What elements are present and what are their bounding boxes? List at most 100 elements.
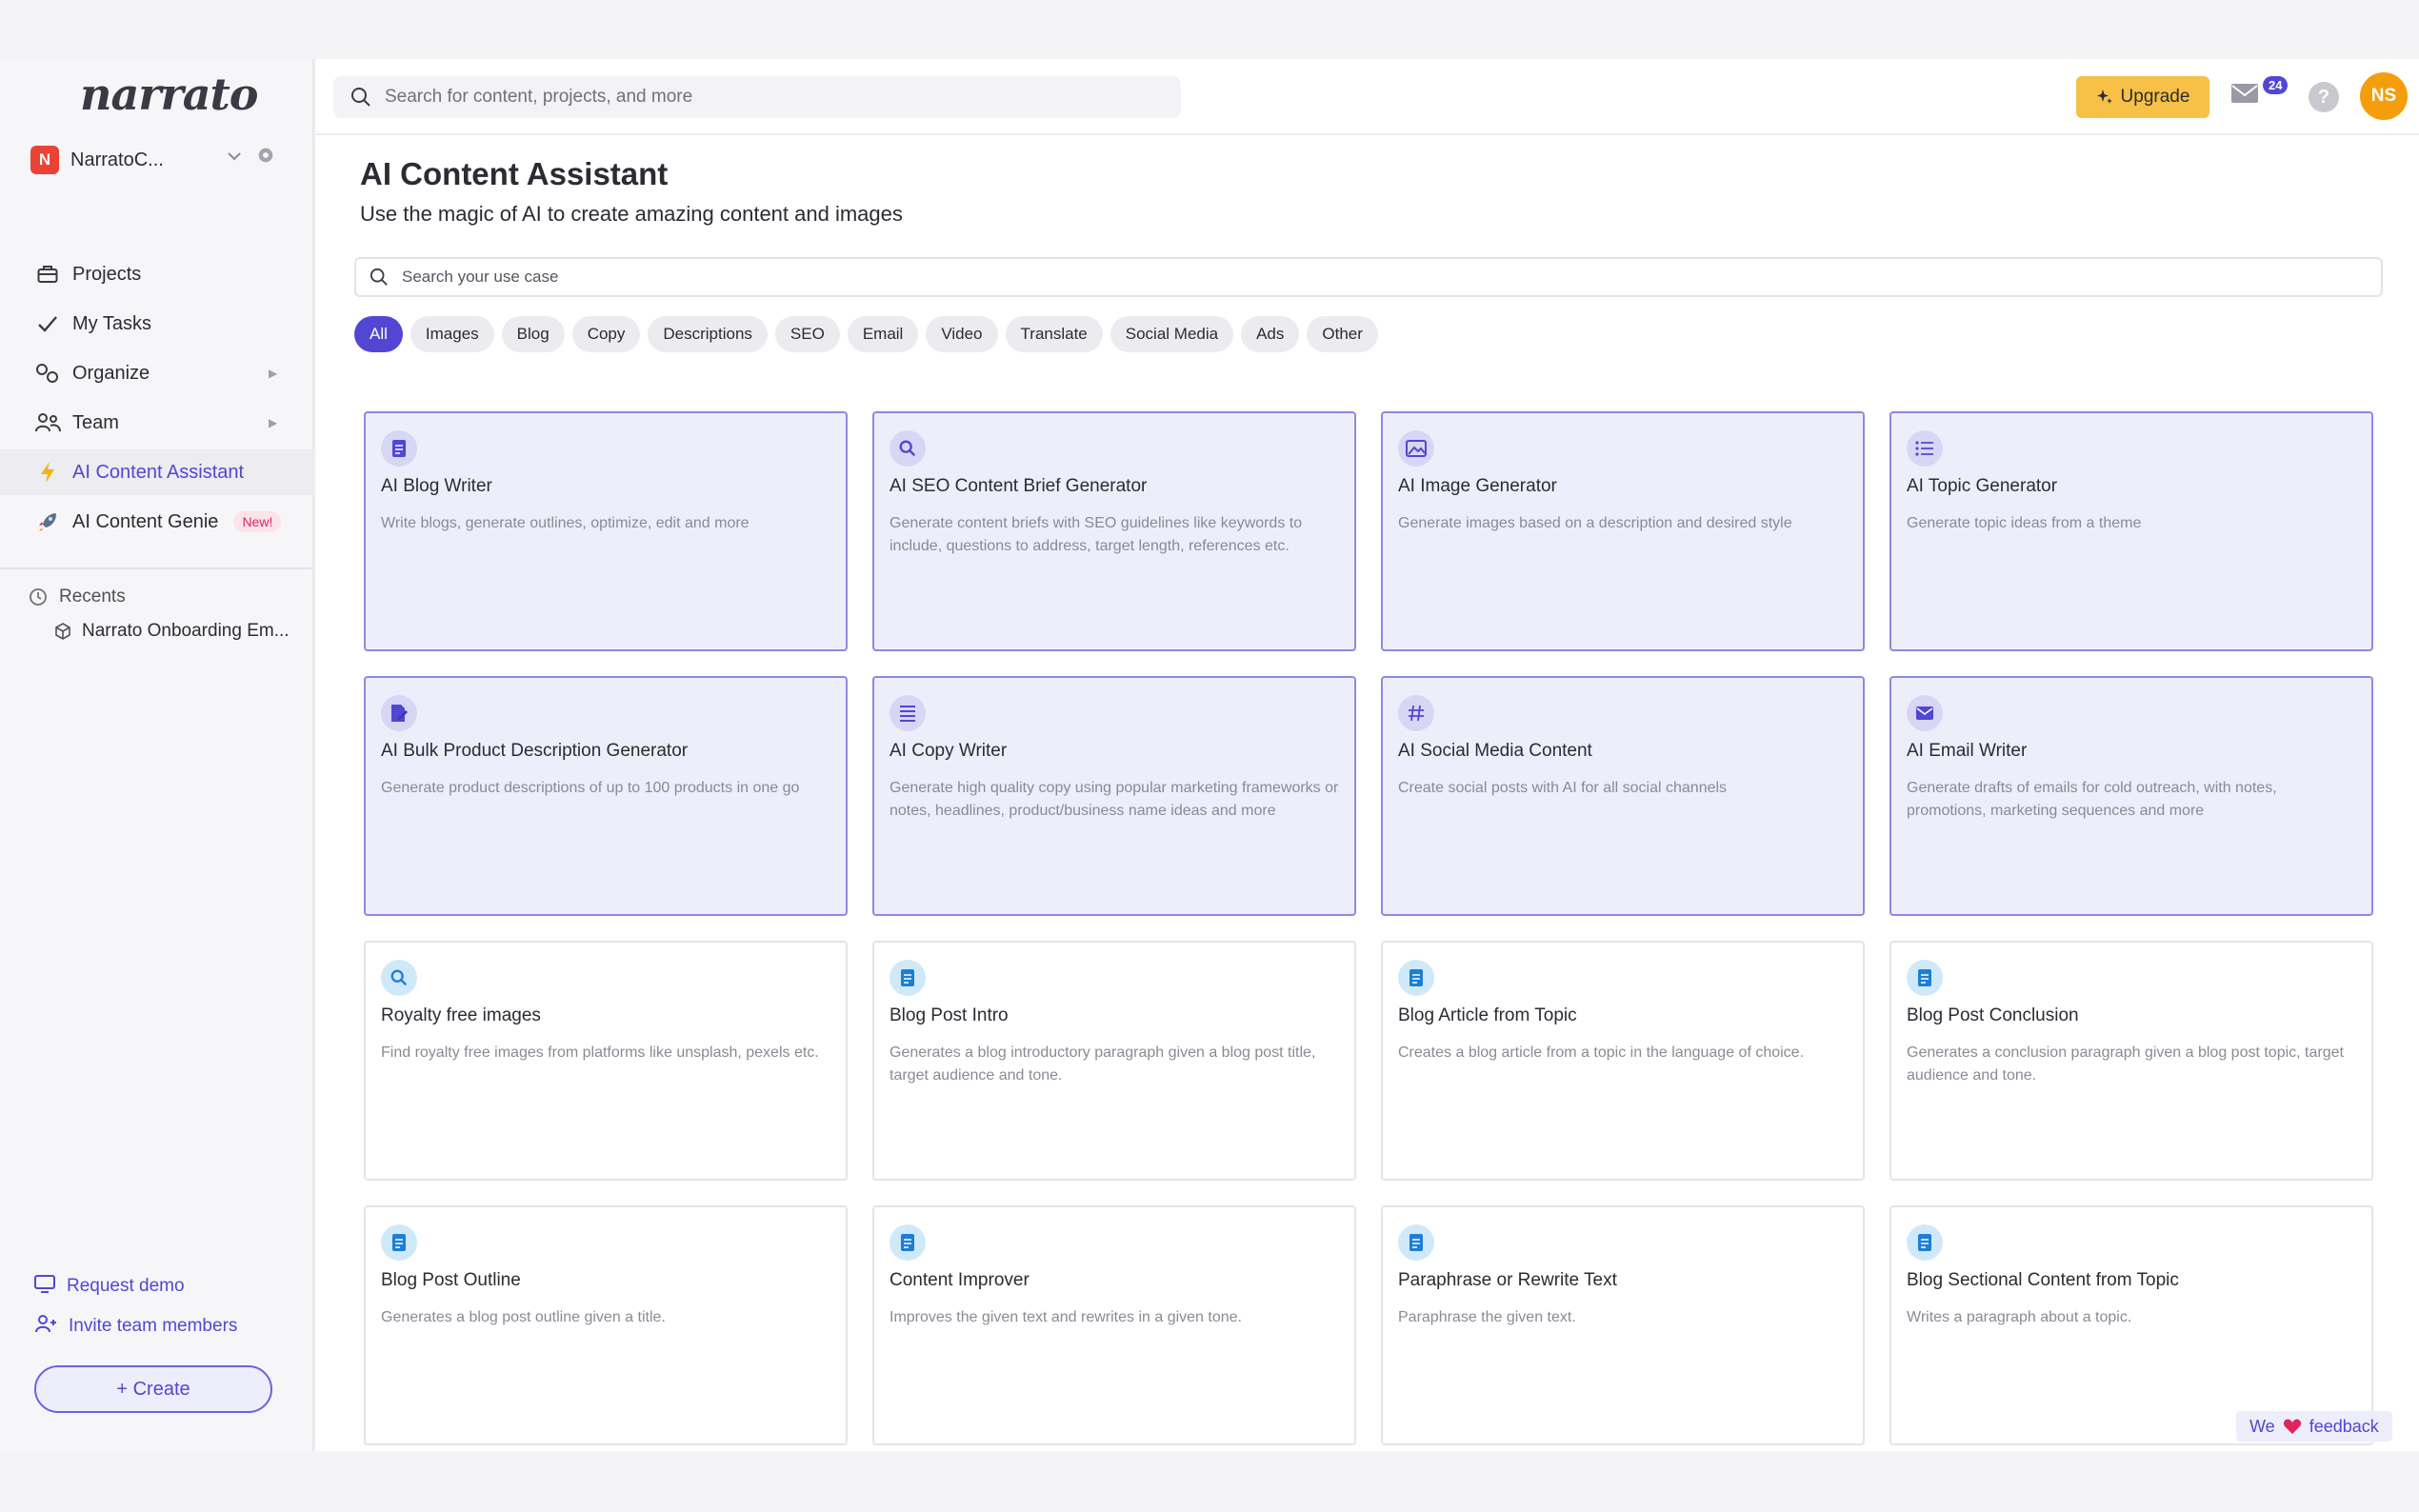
card-ai-seo-content-brief-generator[interactable]: AI SEO Content Brief Generator Generate … xyxy=(872,411,1356,651)
card-description: Generate topic ideas from a theme xyxy=(1907,515,2142,531)
page-subtitle: Use the magic of AI to create amazing co… xyxy=(360,202,903,226)
sidebar-item-label: Projects xyxy=(72,263,142,285)
search-icon xyxy=(350,87,371,108)
recents-heading: Recents xyxy=(29,587,126,607)
chip-images[interactable]: Images xyxy=(410,316,494,352)
card-content-improver[interactable]: Content Improver Improves the given text… xyxy=(872,1205,1356,1445)
card-title: Royalty free images xyxy=(381,1005,541,1025)
card-title: AI Social Media Content xyxy=(1398,741,1592,761)
hashtag-icon xyxy=(1398,695,1434,731)
card-blog-post-conclusion[interactable]: Blog Post Conclusion Generates a conclus… xyxy=(1889,941,2373,1181)
card-title: AI Copy Writer xyxy=(890,741,1008,761)
document-icon xyxy=(890,960,926,996)
card-ai-blog-writer[interactable]: AI Blog Writer Write blogs, generate out… xyxy=(364,411,848,651)
card-title: Blog Article from Topic xyxy=(1398,1005,1577,1025)
lightning-icon xyxy=(34,461,61,484)
sidebar-item-team[interactable]: Team ▶ xyxy=(0,400,314,446)
avatar[interactable]: NS xyxy=(2360,72,2408,120)
recent-item[interactable]: Narrato Onboarding Em... xyxy=(53,621,290,642)
chip-copy[interactable]: Copy xyxy=(571,316,641,352)
invite-team-members-link[interactable]: Invite team members xyxy=(34,1314,237,1339)
chip-email[interactable]: Email xyxy=(847,316,919,352)
card-ai-email-writer[interactable]: AI Email Writer Generate drafts of email… xyxy=(1889,676,2373,916)
card-title: Blog Post Conclusion xyxy=(1907,1005,2079,1025)
window-bottom-bar xyxy=(0,1451,2419,1512)
create-button[interactable]: + Create xyxy=(34,1365,272,1413)
card-description: Generates a blog introductory paragraph … xyxy=(890,1044,1316,1084)
upgrade-label: Upgrade xyxy=(2120,87,2190,107)
chip-blog[interactable]: Blog xyxy=(501,316,565,352)
feedback-button[interactable]: We feedback xyxy=(2236,1411,2392,1442)
card-title: AI SEO Content Brief Generator xyxy=(890,476,1148,496)
card-title: Blog Post Intro xyxy=(890,1005,1009,1025)
card-paraphrase-or-rewrite-text[interactable]: Paraphrase or Rewrite Text Paraphrase th… xyxy=(1381,1205,1865,1445)
chip-video[interactable]: Video xyxy=(926,316,998,352)
upgrade-button[interactable]: Upgrade xyxy=(2076,76,2209,118)
global-search-input[interactable]: Search for content, projects, and more xyxy=(333,76,1181,118)
sidebar-item-projects[interactable]: Projects xyxy=(0,251,314,297)
check-icon xyxy=(34,314,61,333)
card-ai-topic-generator[interactable]: AI Topic Generator Generate topic ideas … xyxy=(1889,411,2373,651)
workspace-switcher[interactable]: N NarratoC... xyxy=(30,143,286,177)
card-description: Creates a blog article from a topic in t… xyxy=(1398,1044,1805,1061)
chip-ads[interactable]: Ads xyxy=(1241,316,1300,352)
card-ai-social-media-content[interactable]: AI Social Media Content Create social po… xyxy=(1381,676,1865,916)
chevron-down-icon[interactable] xyxy=(225,147,244,171)
chip-other[interactable]: Other xyxy=(1307,316,1378,352)
card-description: Create social posts with AI for all soci… xyxy=(1398,780,1728,796)
use-case-search-placeholder: Search your use case xyxy=(402,268,559,286)
sidebar-item-label: Team xyxy=(72,411,119,433)
document-icon xyxy=(1398,1224,1434,1261)
card-title: Paraphrase or Rewrite Text xyxy=(1398,1270,1617,1290)
sidebar-item-organize[interactable]: Organize ▶ xyxy=(0,350,314,396)
chip-all[interactable]: All xyxy=(354,316,403,352)
card-blog-sectional-content-from-topic[interactable]: Blog Sectional Content from Topic Writes… xyxy=(1889,1205,2373,1445)
search-icon xyxy=(381,960,417,996)
card-royalty-free-images[interactable]: Royalty free images Find royalty free im… xyxy=(364,941,848,1181)
card-title: AI Email Writer xyxy=(1907,741,2028,761)
sidebar-item-ai-content-assistant[interactable]: AI Content Assistant xyxy=(0,449,314,495)
sidebar-item-ai-content-genie[interactable]: AI Content Genie New! xyxy=(0,499,314,545)
card-description: Generates a conclusion paragraph given a… xyxy=(1907,1044,2344,1084)
chip-social-media[interactable]: Social Media xyxy=(1110,316,1234,352)
card-ai-bulk-product-description-generator[interactable]: AI Bulk Product Description Generator Ge… xyxy=(364,676,848,916)
card-blog-post-intro[interactable]: Blog Post Intro Generates a blog introdu… xyxy=(872,941,1356,1181)
list-icon xyxy=(1907,430,1943,467)
card-description: Find royalty free images from platforms … xyxy=(381,1044,819,1061)
request-demo-link[interactable]: Request demo xyxy=(34,1274,185,1299)
feedback-pre: We xyxy=(2249,1416,2275,1436)
card-description: Improves the given text and rewrites in … xyxy=(890,1309,1242,1325)
top-bar: Search for content, projects, and more U… xyxy=(316,59,2419,135)
recents-label: Recents xyxy=(59,587,126,607)
sidebar-item-label: AI Content Genie xyxy=(72,510,219,532)
feedback-post: feedback xyxy=(2309,1416,2379,1436)
narrato-logo[interactable]: narrato xyxy=(80,69,258,120)
card-title: Content Improver xyxy=(890,1270,1030,1290)
sidebar-divider xyxy=(0,567,314,569)
chip-seo[interactable]: SEO xyxy=(774,316,840,352)
sidebar-item-label: My Tasks xyxy=(72,312,151,334)
chip-descriptions[interactable]: Descriptions xyxy=(648,316,768,352)
page-title: AI Content Assistant xyxy=(360,156,669,191)
card-description: Generate high quality copy using popular… xyxy=(890,780,1339,819)
card-blog-article-from-topic[interactable]: Blog Article from Topic Creates a blog a… xyxy=(1381,941,1865,1181)
use-case-search-input[interactable]: Search your use case xyxy=(354,257,2383,297)
card-ai-image-generator[interactable]: AI Image Generator Generate images based… xyxy=(1381,411,1865,651)
chip-translate[interactable]: Translate xyxy=(1005,316,1103,352)
gear-icon[interactable] xyxy=(255,145,276,172)
rocket-icon xyxy=(34,510,61,533)
cube-icon xyxy=(53,622,72,641)
card-title: Blog Sectional Content from Topic xyxy=(1907,1270,2179,1290)
document-icon xyxy=(381,430,417,467)
help-icon[interactable]: ? xyxy=(2309,82,2339,112)
card-description: Generate drafts of emails for cold outre… xyxy=(1907,780,2277,819)
window-top-bar xyxy=(0,0,2419,59)
invite-team-members-label: Invite team members xyxy=(69,1316,238,1336)
card-ai-copy-writer[interactable]: AI Copy Writer Generate high quality cop… xyxy=(872,676,1356,916)
card-description: Generate images based on a description a… xyxy=(1398,515,1792,531)
sparkle-icon xyxy=(2096,89,2113,106)
workspace-badge: N xyxy=(30,146,59,174)
card-blog-post-outline[interactable]: Blog Post Outline Generates a blog post … xyxy=(364,1205,848,1445)
sidebar-item-my-tasks[interactable]: My Tasks xyxy=(0,301,314,347)
mail-icon[interactable] xyxy=(2230,82,2259,109)
